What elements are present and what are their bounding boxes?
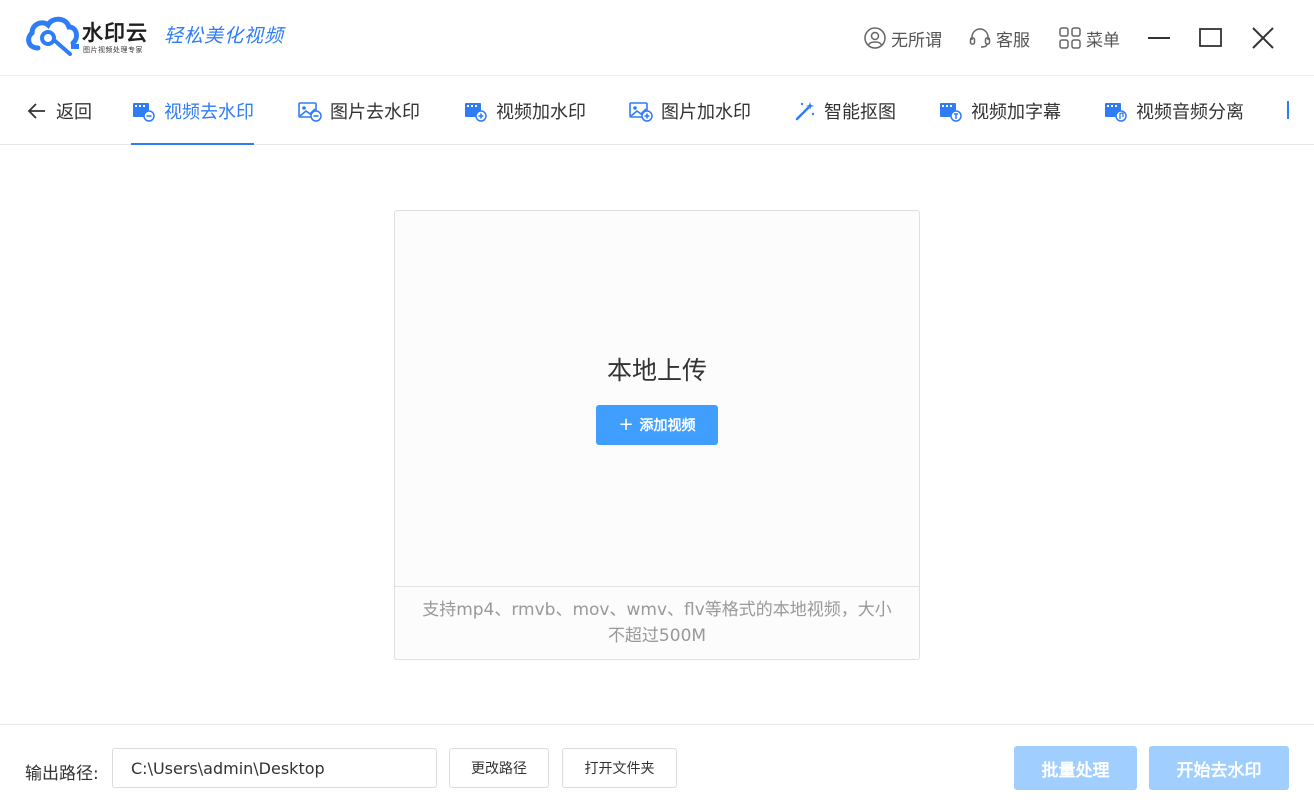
logo-name: 水印云 (82, 21, 148, 45)
upload-divider (395, 586, 919, 587)
tab-smart-cutout[interactable]: 智能抠图 (794, 76, 896, 145)
tab-video-remove-watermark[interactable]: 视频去水印 (131, 76, 254, 145)
upload-title: 本地上传 (606, 356, 707, 385)
tab-label: 图片去水印 (330, 101, 420, 123)
tab-video-subtitle[interactable]: 视频加字幕 (938, 76, 1061, 145)
support-button[interactable]: 客服 (968, 24, 1030, 52)
image-remove-icon (298, 101, 322, 122)
tab-label: 视频加字幕 (971, 101, 1061, 123)
menu-label: 菜单 (1086, 30, 1120, 51)
back-label: 返回 (56, 101, 92, 123)
nav-overflow-indicator (1287, 101, 1289, 119)
image-add-icon (629, 101, 653, 122)
maximize-icon[interactable] (1197, 24, 1225, 52)
close-icon[interactable] (1249, 24, 1277, 52)
tab-video-audio-split[interactable]: 视频音频分离 (1103, 76, 1244, 145)
tab-label: 视频加水印 (496, 101, 586, 123)
video-audio-icon (1105, 102, 1127, 122)
plus-icon: + (618, 414, 634, 435)
change-path-button[interactable]: 更改路径 (449, 748, 549, 788)
video-add-icon (465, 102, 487, 122)
tab-label: 视频音频分离 (1136, 101, 1244, 123)
batch-process-button[interactable]: 批量处理 (1014, 746, 1137, 790)
tab-image-add-watermark[interactable]: 图片加水印 (628, 76, 751, 145)
video-subtitle-icon (940, 102, 962, 122)
logo-slogan: 轻松美化视频 (164, 25, 285, 47)
open-folder-button[interactable]: 打开文件夹 (562, 748, 677, 788)
output-path-input[interactable] (112, 748, 437, 788)
add-video-button[interactable]: + 添加视频 (596, 405, 718, 445)
user-icon (864, 27, 886, 49)
upload-dropzone[interactable]: 本地上传 + 添加视频 支持mp4、rmvb、mov、wmv、flv等格式的本地… (394, 210, 920, 660)
grid-menu-icon (1059, 27, 1081, 49)
tab-label: 智能抠图 (824, 101, 896, 123)
start-remove-watermark-button[interactable]: 开始去水印 (1149, 746, 1289, 790)
footer-bar: 输出路径: 更改路径 打开文件夹 批量处理 开始去水印 (0, 724, 1314, 810)
back-button[interactable]: 返回 (26, 76, 92, 145)
app-window: 水印云 图片视频处理专家 轻松美化视频 无所谓 客服 菜单 返回 视频去水印 图… (0, 0, 1314, 810)
minimize-icon[interactable] (1145, 24, 1173, 52)
support-label: 客服 (996, 30, 1030, 51)
cloud-logo-icon (26, 16, 79, 56)
app-logo: 水印云 图片视频处理专家 轻松美化视频 (24, 14, 294, 60)
user-label: 无所谓 (891, 30, 942, 51)
tab-label: 图片加水印 (661, 101, 751, 123)
headset-icon (969, 28, 991, 48)
tab-image-remove-watermark[interactable]: 图片去水印 (297, 76, 420, 145)
video-remove-icon (133, 102, 155, 122)
tab-label: 视频去水印 (164, 101, 254, 123)
upload-hint: 支持mp4、rmvb、mov、wmv、flv等格式的本地视频，大小不超过500M (422, 600, 892, 646)
menu-button[interactable]: 菜单 (1058, 24, 1120, 52)
add-video-label: 添加视频 (639, 418, 696, 434)
title-bar: 水印云 图片视频处理专家 轻松美化视频 无所谓 客服 菜单 (0, 0, 1314, 76)
magic-wand-icon (795, 101, 815, 120)
user-button[interactable]: 无所谓 (863, 24, 942, 52)
output-path-label: 输出路径: (25, 764, 99, 784)
logo-subtitle: 图片视频处理专家 (83, 46, 143, 54)
tab-video-add-watermark[interactable]: 视频加水印 (463, 76, 586, 145)
arrow-left-icon (27, 102, 45, 119)
tool-nav-bar: 返回 视频去水印 图片去水印 视频加水印 图片加水印 智能抠图 视频加字幕 视频… (0, 76, 1314, 145)
